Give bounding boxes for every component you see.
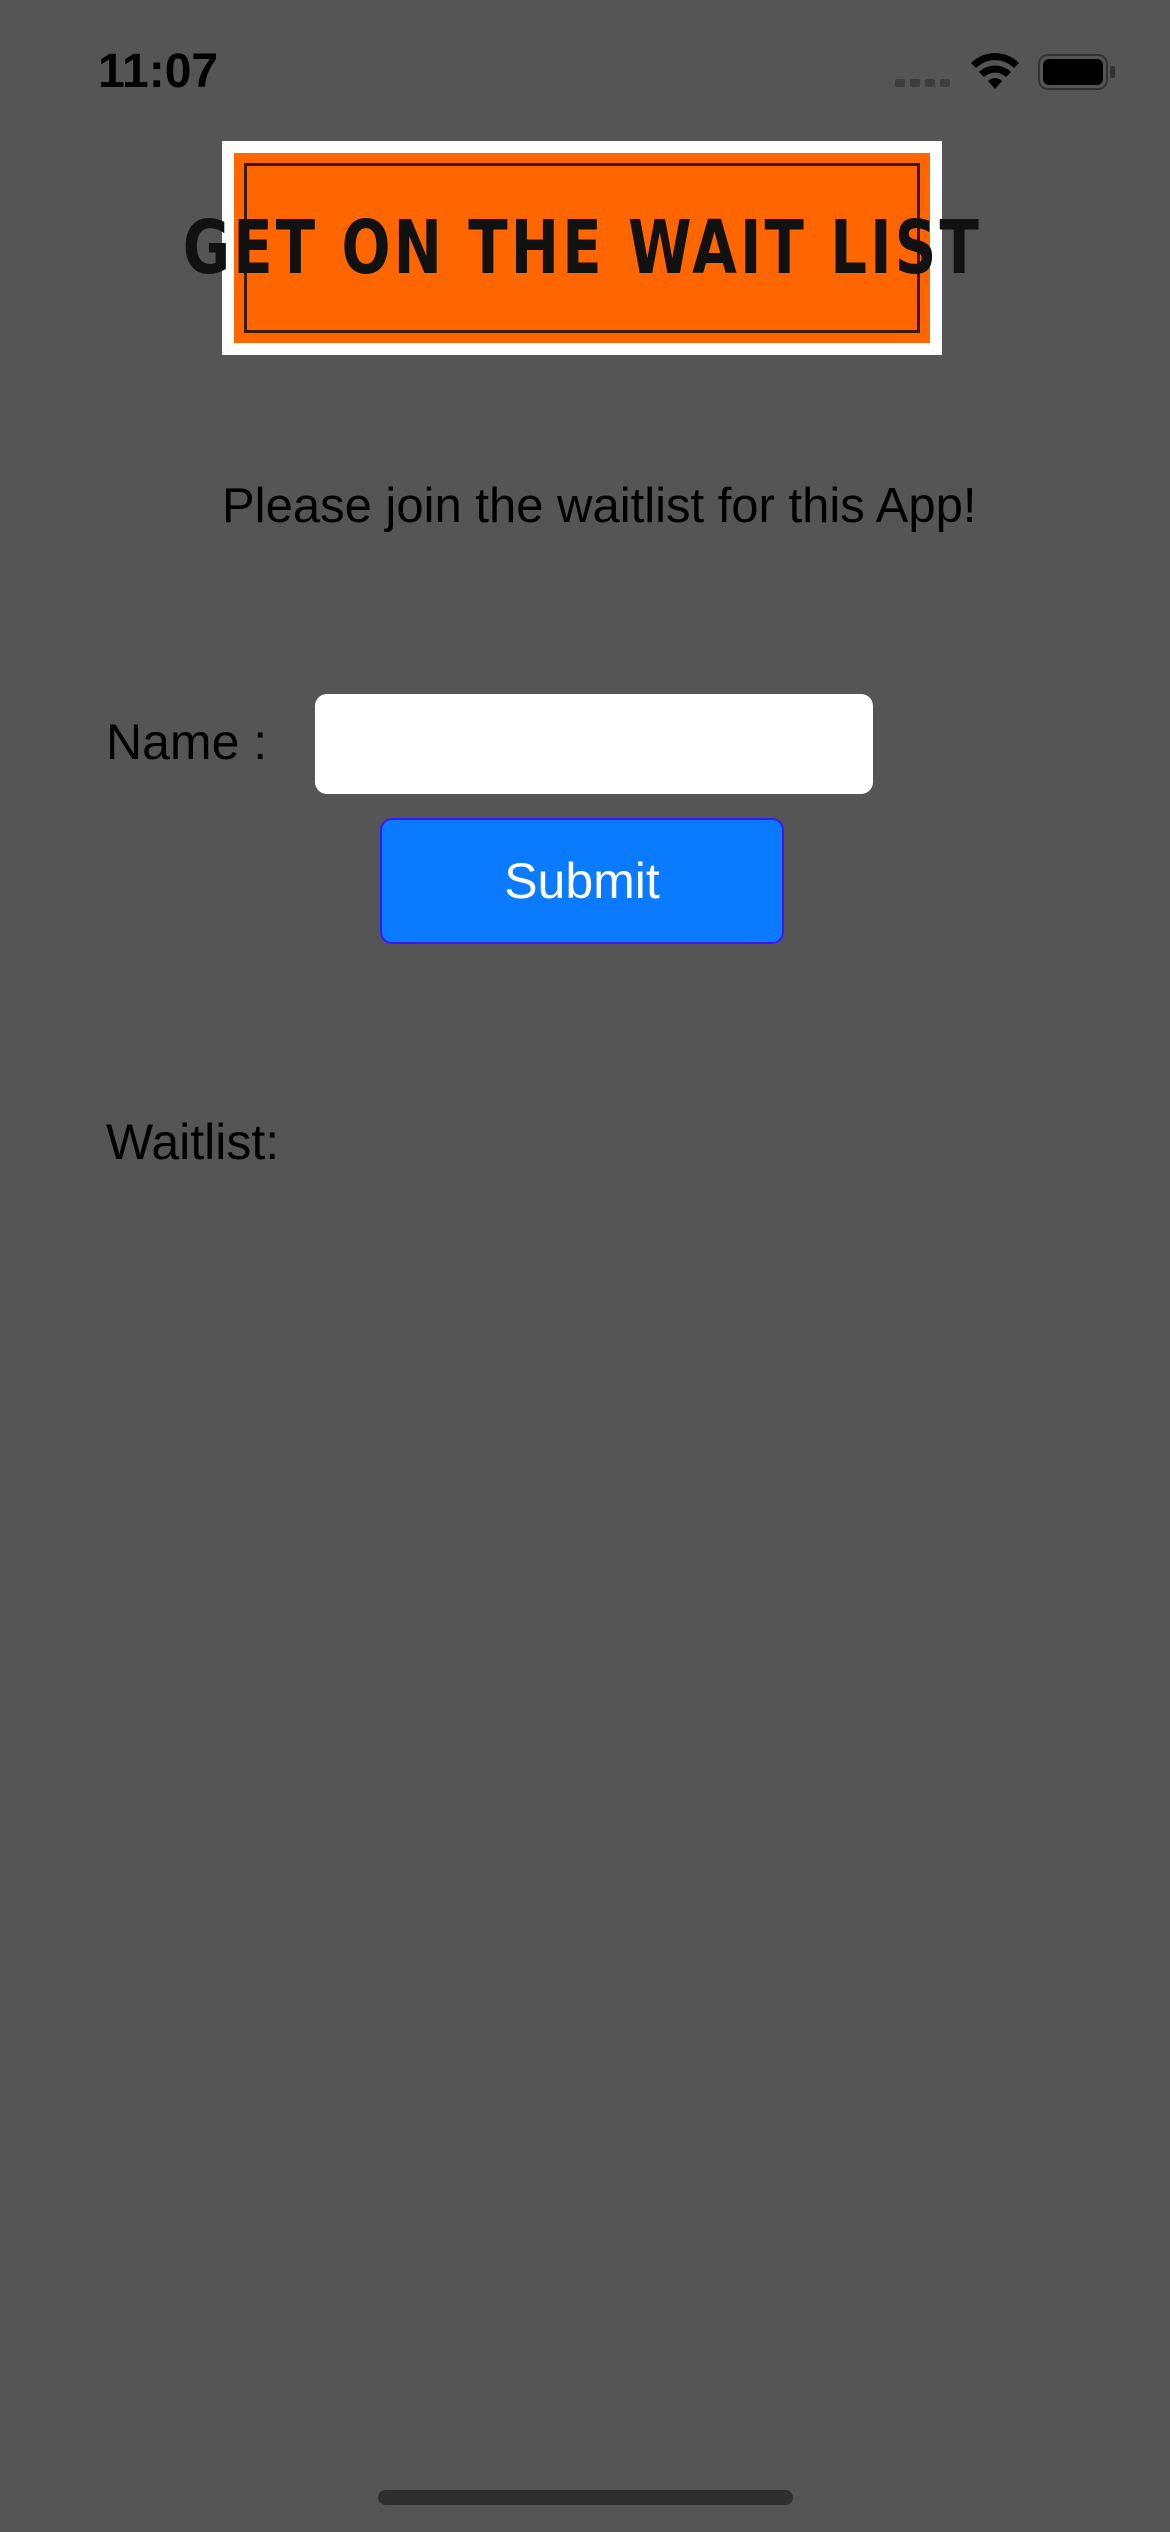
waitlist-label: Waitlist: bbox=[106, 1114, 280, 1170]
banner-frame: GET ON THE WAIT LIST bbox=[182, 163, 978, 333]
banner-background: GET ON THE WAIT LIST bbox=[182, 153, 978, 343]
status-time: 11:07 bbox=[98, 45, 219, 98]
wifi-icon bbox=[971, 53, 1019, 89]
name-label: Name : bbox=[106, 714, 268, 770]
name-input[interactable] bbox=[315, 694, 873, 794]
submit-button[interactable]: Submit bbox=[380, 818, 784, 944]
status-icons bbox=[895, 52, 1116, 92]
banner-title: GET ON THE WAIT LIST bbox=[182, 205, 982, 291]
page-subtitle: Please join the waitlist for this App! bbox=[222, 479, 977, 533]
cellular-signal-icon bbox=[895, 57, 950, 87]
waitlist-banner: GET ON THE WAIT LIST bbox=[182, 141, 978, 355]
app-screen: 11:07 GET ON THE WAIT LIST Please join t… bbox=[0, 0, 1170, 2532]
home-indicator[interactable] bbox=[378, 2490, 793, 2505]
battery-icon bbox=[1038, 54, 1115, 90]
